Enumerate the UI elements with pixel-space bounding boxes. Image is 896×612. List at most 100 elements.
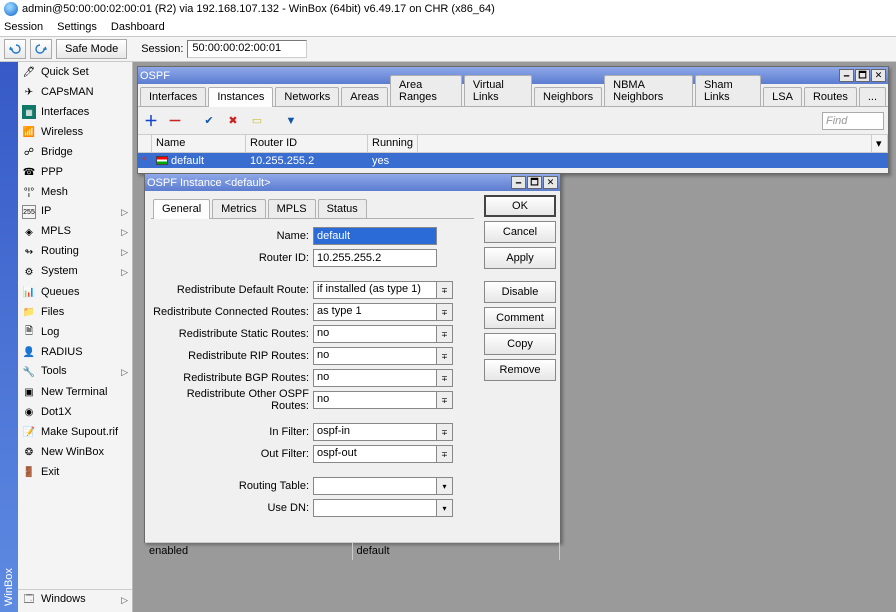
tab-virtual-links[interactable]: Virtual Links <box>464 75 532 106</box>
name-field[interactable] <box>313 227 437 245</box>
tab-nbma-neighbors[interactable]: NBMA Neighbors <box>604 75 693 106</box>
tab-lsa[interactable]: LSA <box>763 87 802 106</box>
menu-settings[interactable]: Settings <box>57 21 97 33</box>
sidebar-item-mesh[interactable]: °¦°Mesh <box>18 182 132 202</box>
sidebar-item-exit[interactable]: 🚪Exit <box>18 462 132 482</box>
sidebar-item-bridge[interactable]: ☍Bridge <box>18 142 132 162</box>
interfaces-icon: ▦ <box>22 105 36 119</box>
sidebar-item-tools[interactable]: 🔧Tools▷ <box>18 362 132 382</box>
instance-titlebar[interactable]: OSPF Instance <default> 🗕 🗖 ✕ <box>145 174 560 191</box>
sidebar-item-wireless[interactable]: 📶Wireless <box>18 122 132 142</box>
remove-button[interactable]: Remove <box>484 359 556 381</box>
sidebar-item-interfaces[interactable]: ▦Interfaces <box>18 102 132 122</box>
sidebar-item-label: PPP <box>41 166 63 178</box>
tab-areas[interactable]: Areas <box>341 87 388 106</box>
tab-mpls[interactable]: MPLS <box>268 199 316 218</box>
cancel-button[interactable]: Cancel <box>484 221 556 243</box>
enable-button[interactable]: ✔ <box>200 112 218 130</box>
col-running[interactable]: Running <box>368 135 418 152</box>
menu-dashboard[interactable]: Dashboard <box>111 21 165 33</box>
chevron-down-icon[interactable]: ∓ <box>437 423 453 441</box>
redo-button[interactable] <box>30 39 52 59</box>
sidebar-item-files[interactable]: 📁Files <box>18 302 132 322</box>
copy-button[interactable]: Copy <box>484 333 556 355</box>
sidebar-item-windows[interactable]: 🗔Windows▷ <box>18 590 132 610</box>
disable-button[interactable]: Disable <box>484 281 556 303</box>
chevron-down-icon[interactable]: ∓ <box>437 325 453 343</box>
r-rip-select[interactable]: no <box>313 347 437 365</box>
router-id-field[interactable] <box>313 249 437 267</box>
chevron-down-icon[interactable]: ∓ <box>437 445 453 463</box>
close-icon[interactable]: ✕ <box>871 69 886 82</box>
undo-button[interactable] <box>4 39 26 59</box>
chevron-down-icon[interactable]: ∓ <box>437 347 453 365</box>
r-default-select[interactable]: if installed (as type 1) <box>313 281 437 299</box>
ok-button[interactable]: OK <box>484 195 556 217</box>
r-conn-label: Redistribute Connected Routes: <box>151 306 313 318</box>
sidebar-item-new-winbox[interactable]: ❂New WinBox <box>18 442 132 462</box>
tab-instances[interactable]: Instances <box>208 87 273 107</box>
tab-status[interactable]: Status <box>318 199 367 218</box>
capsman-icon: ✈ <box>22 85 36 99</box>
chevron-down-icon[interactable]: ▾ <box>437 499 453 517</box>
r-bgp-select[interactable]: no <box>313 369 437 387</box>
comment-button[interactable]: ▭ <box>248 112 266 130</box>
sidebar-item-label: Files <box>41 306 64 318</box>
sidebar-item-queues[interactable]: 📊Queues <box>18 282 132 302</box>
tab-more[interactable]: ... <box>859 87 886 106</box>
chevron-down-icon[interactable]: ▾ <box>437 477 453 495</box>
log-icon: 🗎 <box>22 325 36 339</box>
tab-general[interactable]: General <box>153 199 210 219</box>
add-button[interactable]: ＋ <box>142 112 160 130</box>
use-dn-label: Use DN: <box>151 502 313 514</box>
r-static-select[interactable]: no <box>313 325 437 343</box>
sidebar-item-capsman[interactable]: ✈CAPsMAN <box>18 82 132 102</box>
sidebar-item-system[interactable]: ⚙System▷ <box>18 262 132 282</box>
sidebar-item-make-supout[interactable]: 📝Make Supout.rif <box>18 422 132 442</box>
tab-networks[interactable]: Networks <box>275 87 339 106</box>
comment-button[interactable]: Comment <box>484 307 556 329</box>
filter-button[interactable]: ▼ <box>282 112 300 130</box>
sidebar-item-ip[interactable]: 255IP▷ <box>18 202 132 222</box>
table-row[interactable]: * default 10.255.255.2 yes <box>138 153 888 168</box>
tab-metrics[interactable]: Metrics <box>212 199 265 218</box>
routing-table-select[interactable] <box>313 477 437 495</box>
minimize-icon[interactable]: 🗕 <box>511 176 526 189</box>
maximize-icon[interactable]: 🗖 <box>855 69 870 82</box>
sidebar-item-ppp[interactable]: ☎PPP <box>18 162 132 182</box>
tab-interfaces[interactable]: Interfaces <box>140 87 206 106</box>
sidebar-item-dot1x[interactable]: ◉Dot1X <box>18 402 132 422</box>
tab-routes[interactable]: Routes <box>804 87 857 106</box>
sidebar-item-label: Tools <box>41 365 67 379</box>
out-filter-select[interactable]: ospf-out <box>313 445 437 463</box>
sidebar-item-new-terminal[interactable]: ▣New Terminal <box>18 382 132 402</box>
in-filter-select[interactable]: ospf-in <box>313 423 437 441</box>
minimize-icon[interactable]: 🗕 <box>839 69 854 82</box>
chevron-down-icon[interactable]: ∓ <box>437 281 453 299</box>
remove-button[interactable]: － <box>166 112 184 130</box>
apply-button[interactable]: Apply <box>484 247 556 269</box>
sidebar-item-log[interactable]: 🗎Log <box>18 322 132 342</box>
chevron-down-icon[interactable]: ∓ <box>437 369 453 387</box>
close-icon[interactable]: ✕ <box>543 176 558 189</box>
menu-session[interactable]: Session <box>4 21 43 33</box>
disable-button[interactable]: ✖ <box>224 112 242 130</box>
col-name[interactable]: Name <box>152 135 246 152</box>
sidebar-item-quick-set[interactable]: 🖊Quick Set <box>18 62 132 82</box>
r-other-select[interactable]: no <box>313 391 437 409</box>
chevron-down-icon[interactable]: ∓ <box>437 391 453 409</box>
use-dn-select[interactable] <box>313 499 437 517</box>
r-conn-select[interactable]: as type 1 <box>313 303 437 321</box>
sidebar-item-routing[interactable]: ↬Routing▷ <box>18 242 132 262</box>
sidebar-item-mpls[interactable]: ◈MPLS▷ <box>18 222 132 242</box>
col-router-id[interactable]: Router ID <box>246 135 368 152</box>
maximize-icon[interactable]: 🗖 <box>527 176 542 189</box>
tab-area-ranges[interactable]: Area Ranges <box>390 75 462 106</box>
sidebar-item-radius[interactable]: 👤RADIUS <box>18 342 132 362</box>
safe-mode-button[interactable]: Safe Mode <box>56 39 127 59</box>
column-menu-icon[interactable]: ▾ <box>872 135 888 152</box>
tab-neighbors[interactable]: Neighbors <box>534 87 602 106</box>
find-input[interactable]: Find <box>822 112 884 130</box>
chevron-down-icon[interactable]: ∓ <box>437 303 453 321</box>
tab-sham-links[interactable]: Sham Links <box>695 75 761 106</box>
